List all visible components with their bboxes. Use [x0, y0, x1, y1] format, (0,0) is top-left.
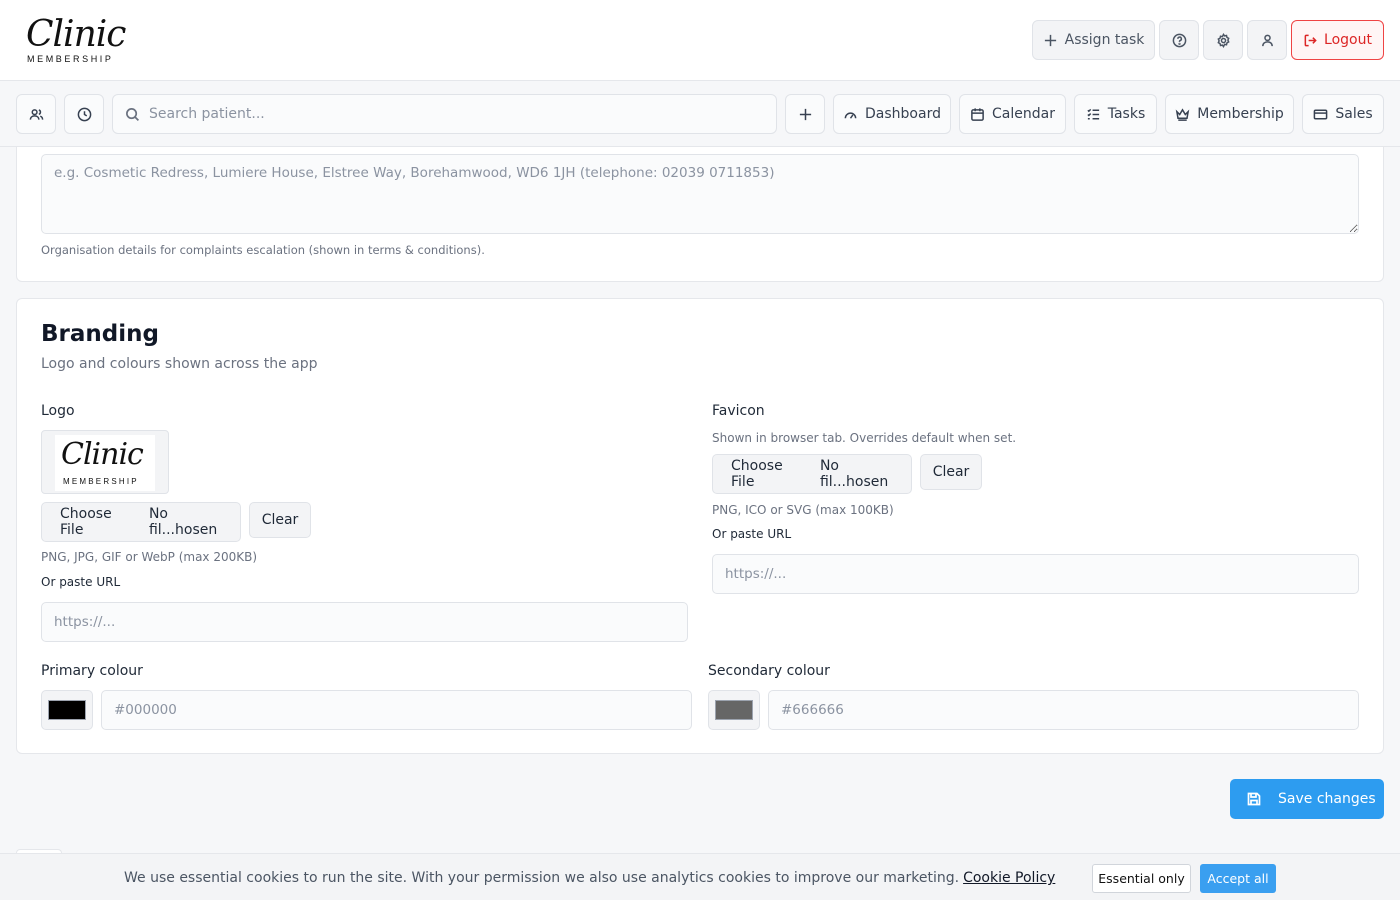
nav-calendar[interactable]: Calendar: [959, 94, 1066, 134]
nav-calendar-label: Calendar: [992, 106, 1055, 122]
nav-dashboard[interactable]: Dashboard: [833, 94, 951, 134]
logout-button[interactable]: Logout: [1291, 20, 1384, 60]
settings-button[interactable]: [1203, 20, 1243, 60]
plus-icon: [799, 108, 811, 120]
favicon-label: Favicon: [712, 403, 765, 419]
favicon-description: Shown in browser tab. Overrides default …: [712, 431, 1017, 445]
cookie-policy-link[interactable]: Cookie Policy: [963, 870, 1055, 886]
essential-only-button[interactable]: Essential only: [1092, 864, 1191, 893]
assign-task-button[interactable]: Assign task: [1032, 20, 1155, 60]
logout-icon: [1304, 34, 1317, 46]
clock-icon: [77, 107, 91, 121]
nav-dashboard-label: Dashboard: [865, 106, 941, 122]
assign-task-label: Assign task: [1064, 32, 1145, 48]
users-icon: [29, 108, 43, 120]
patients-button[interactable]: [16, 94, 56, 134]
app-header: Clinic MEMBERSHIP Assign task Logout: [0, 0, 1400, 81]
logo-clear-button[interactable]: Clear: [249, 502, 311, 538]
gauge-icon: [844, 111, 857, 119]
secondary-colour-input[interactable]: [768, 690, 1359, 730]
complaints-hint: Organisation details for complaints esca…: [41, 243, 485, 257]
branding-subtitle: Logo and colours shown across the app: [41, 356, 318, 372]
primary-colour-swatch: [48, 700, 86, 720]
secondary-colour-swatch: [715, 700, 753, 720]
add-button[interactable]: [785, 94, 825, 134]
profile-button[interactable]: [1247, 20, 1287, 60]
favicon-file-input[interactable]: Choose File No fil...hosen: [712, 454, 912, 494]
primary-colour-input[interactable]: [101, 690, 692, 730]
logo-preview-script: Clinic: [61, 437, 144, 472]
save-changes-label: Save changes: [1278, 791, 1376, 807]
history-button[interactable]: [64, 94, 104, 134]
gear-icon: [1216, 32, 1230, 48]
logo-choose-file[interactable]: Choose File: [60, 506, 139, 538]
save-icon: [1247, 792, 1261, 806]
nav-membership[interactable]: Membership: [1165, 94, 1294, 134]
primary-colour-picker[interactable]: [41, 690, 93, 730]
cookie-banner: We use essential cookies to run the site…: [0, 853, 1400, 900]
cookie-message-text: We use essential cookies to run the site…: [124, 870, 960, 886]
list-checks-icon: [1087, 108, 1099, 119]
favicon-no-file: No fil...hosen: [819, 458, 889, 490]
logo-label: Logo: [41, 403, 75, 419]
plus-icon: [1044, 34, 1056, 46]
help-circle-icon: [1172, 33, 1186, 47]
save-changes-button[interactable]: Save changes: [1230, 779, 1384, 819]
secondary-colour-label: Secondary colour: [708, 663, 830, 679]
accept-all-button[interactable]: Accept all: [1200, 864, 1276, 893]
patient-search[interactable]: [112, 94, 777, 134]
search-icon: [126, 108, 140, 122]
favicon-formats-hint: PNG, ICO or SVG (max 100KB): [712, 503, 894, 517]
complaints-escalation-textarea[interactable]: [41, 154, 1359, 234]
logo-subtitle: MEMBERSHIP: [27, 54, 114, 64]
clinic-logo[interactable]: Clinic MEMBERSHIP: [24, 12, 128, 68]
secondary-colour-picker[interactable]: [708, 690, 760, 730]
primary-colour-label: Primary colour: [41, 663, 143, 679]
favicon-clear-button[interactable]: Clear: [920, 454, 982, 490]
logo-preview-subtitle: MEMBERSHIP: [63, 477, 139, 486]
logo-preview: Clinic MEMBERSHIP: [41, 430, 169, 494]
favicon-or-paste-label: Or paste URL: [712, 527, 792, 541]
logo-preview-image: Clinic MEMBERSHIP: [55, 435, 155, 491]
main-toolbar: Dashboard Calendar Tasks Membership Sale…: [0, 81, 1400, 147]
nav-membership-label: Membership: [1197, 106, 1284, 122]
user-icon: [1261, 34, 1273, 46]
search-input[interactable]: [149, 95, 769, 133]
favicon-choose-file[interactable]: Choose File: [731, 458, 810, 490]
logo-or-paste-label: Or paste URL: [41, 575, 121, 589]
logout-label: Logout: [1324, 32, 1372, 48]
favicon-url-input[interactable]: [712, 554, 1359, 594]
cookie-message: We use essential cookies to run the site…: [124, 870, 1055, 886]
branding-card: Branding Logo and colours shown across t…: [16, 298, 1384, 754]
nav-tasks[interactable]: Tasks: [1074, 94, 1157, 134]
branding-title: Branding: [41, 321, 159, 347]
logo-formats-hint: PNG, JPG, GIF or WebP (max 200KB): [41, 550, 258, 564]
logo-url-input[interactable]: [41, 602, 688, 642]
crown-icon: [1175, 107, 1190, 121]
nav-tasks-label: Tasks: [1107, 106, 1146, 122]
nav-sales-label: Sales: [1335, 106, 1373, 122]
logo-file-input[interactable]: Choose File No fil...hosen: [41, 502, 241, 542]
nav-sales[interactable]: Sales: [1302, 94, 1384, 134]
help-button[interactable]: [1159, 20, 1199, 60]
logo-script: Clinic: [26, 14, 126, 55]
credit-card-icon: [1314, 109, 1328, 119]
logo-no-file: No fil...hosen: [148, 506, 218, 538]
calendar-icon: [971, 107, 984, 121]
